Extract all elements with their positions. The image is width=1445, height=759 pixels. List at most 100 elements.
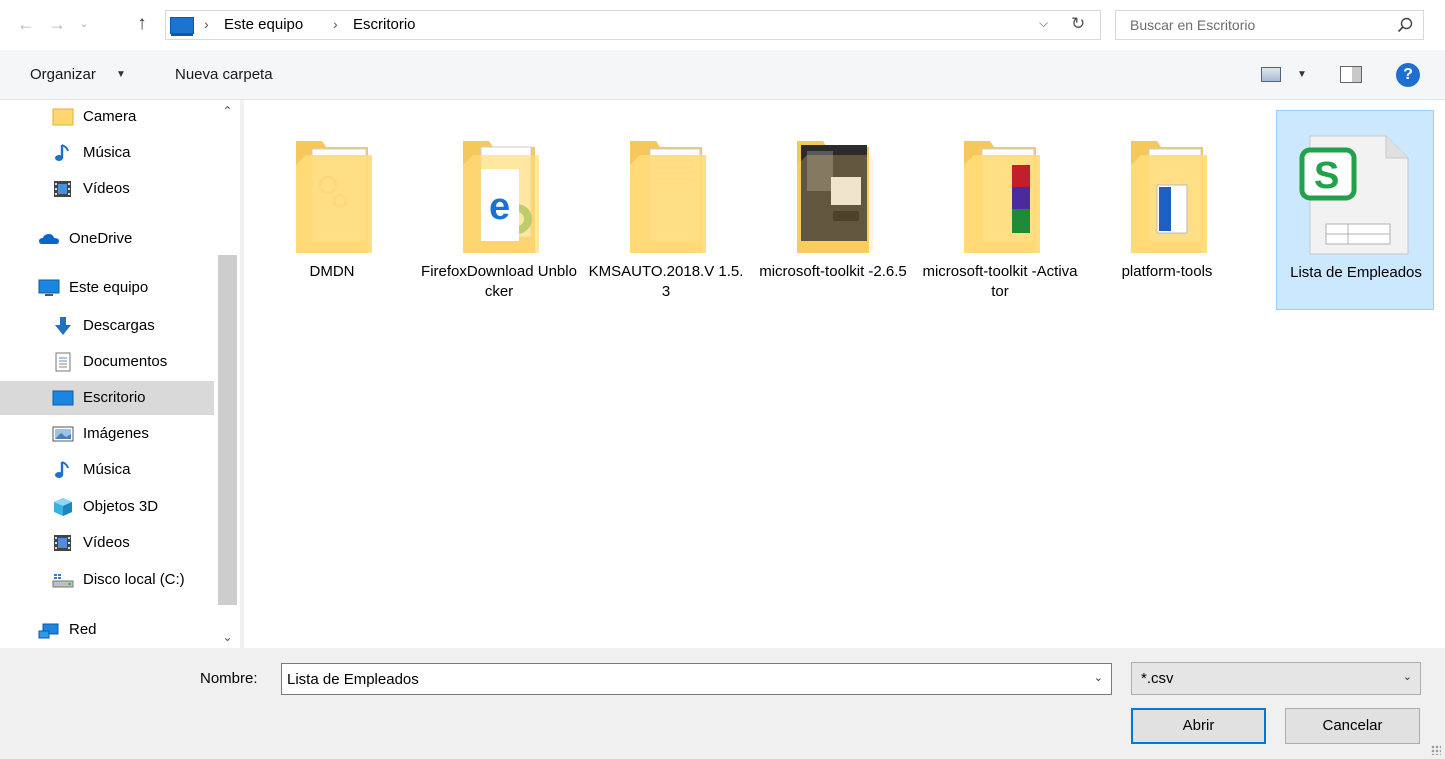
file-list-view[interactable]: DMDN e FirefoxDownload Unblocker KMSAUTO… (244, 100, 1445, 648)
file-type-value: *.csv (1141, 670, 1174, 687)
nav-item-imagenes[interactable]: Imágenes (0, 417, 214, 451)
file-name: KMSAUTO.2018.V 1.5.3 (588, 263, 744, 300)
file-name-input[interactable]: Lista de Empleados ⌄ (281, 663, 1112, 695)
organize-dropdown-icon[interactable]: ▼ (116, 69, 126, 80)
new-folder-button[interactable]: Nueva carpeta (175, 66, 273, 83)
nav-item-label: Camera (83, 108, 137, 125)
navigation-scrollbar[interactable]: ⌃ ⌄ (215, 100, 240, 648)
nav-item-label: Descargas (83, 317, 155, 334)
desktop-icon (52, 390, 74, 406)
nav-item-escritorio[interactable]: Escritorio (0, 381, 214, 415)
nav-item-label: OneDrive (69, 230, 133, 247)
change-view-icon[interactable] (1261, 67, 1281, 82)
address-dropdown-chevron-icon[interactable]: ⌵ (1039, 16, 1048, 31)
nav-item-label: Vídeos (83, 534, 130, 551)
file-name-label: Nombre: (200, 670, 258, 687)
search-icon[interactable] (1395, 15, 1415, 35)
folder-icon: e (463, 141, 539, 253)
nav-item-label: Imágenes (83, 425, 149, 442)
file-item-platform-tools[interactable]: platform-tools (1088, 110, 1246, 310)
nav-item-label: Música (83, 144, 131, 161)
onedrive-icon (39, 234, 59, 244)
search-placeholder: Buscar en Escritorio (1130, 17, 1256, 33)
nav-item-red[interactable]: Red (0, 613, 214, 647)
nav-item-label: Disco local (C:) (83, 571, 185, 588)
breadcrumb-separator-icon[interactable]: › (204, 16, 209, 32)
navigation-pane: Camera Música Vídeos OneDrive Este equip… (0, 100, 240, 648)
file-item-microsoft-toolkit-2-6-5[interactable]: microsoft-toolkit -2.6.5 (754, 110, 912, 310)
breadcrumb-este-equipo[interactable]: Este equipo (224, 16, 303, 33)
file-item-microsoft-toolkit-activator[interactable]: microsoft-toolkit -Activator (921, 110, 1079, 310)
videos-icon (54, 535, 71, 551)
nav-item-onedrive[interactable]: OneDrive (0, 222, 214, 256)
svg-text:S: S (1314, 155, 1339, 197)
search-input[interactable]: Buscar en Escritorio (1115, 10, 1424, 40)
drive-icon (52, 574, 74, 588)
folder-icon (964, 141, 1040, 253)
videos-icon (54, 181, 71, 197)
this-pc-icon (170, 17, 194, 36)
address-field[interactable]: › Este equipo › Escritorio ⌵ ↻ (165, 10, 1101, 40)
dialog-footer: Nombre: Lista de Empleados ⌄ *.csv ⌄ Abr… (0, 648, 1445, 759)
nav-item-label: Este equipo (69, 279, 149, 296)
file-name-value: Lista de Empleados (287, 671, 419, 688)
nav-item-label: Documentos (83, 353, 168, 370)
nav-item-disco-local[interactable]: Disco local (C:) (0, 563, 214, 597)
cancel-button[interactable]: Cancelar (1285, 708, 1420, 744)
chevron-down-icon[interactable]: ⌄ (1403, 670, 1412, 683)
file-item-firefoxdownload-unblocker[interactable]: e FirefoxDownload Unblocker (420, 110, 578, 310)
nav-item-camera[interactable]: Camera (0, 100, 214, 134)
address-bar: ← → ⌄ ↑ › Este equipo › Escritorio ⌵ ↻ B… (0, 0, 1445, 50)
spreadsheet-file-icon: S (1299, 135, 1409, 255)
nav-item-descargas[interactable]: Descargas (0, 309, 214, 343)
nav-item-label: Vídeos (83, 180, 130, 197)
up-arrow-icon[interactable]: ↑ (130, 12, 154, 36)
nav-item-label: Objetos 3D (83, 498, 159, 515)
folder-icon (630, 141, 706, 253)
chevron-down-icon[interactable]: ⌄ (1094, 671, 1103, 684)
nav-item-videos[interactable]: Vídeos (0, 172, 214, 206)
help-icon[interactable]: ? (1396, 63, 1420, 87)
file-name: Lista de Empleados (1290, 264, 1422, 281)
objects-3d-icon (54, 498, 72, 516)
scroll-down-chevron-icon[interactable]: ⌄ (215, 630, 240, 644)
music-icon (55, 144, 69, 161)
nav-item-musica[interactable]: Música (0, 136, 214, 170)
resize-grip-icon[interactable] (1431, 745, 1441, 755)
file-name: DMDN (309, 263, 355, 280)
command-toolbar: Organizar ▼ Nueva carpeta ▼ ? (0, 50, 1445, 100)
back-arrow-icon[interactable]: ← (14, 12, 38, 36)
nav-item-este-equipo[interactable]: Este equipo (0, 271, 214, 305)
computer-icon (38, 279, 60, 296)
open-button[interactable]: Abrir (1131, 708, 1266, 744)
view-options-dropdown-icon[interactable]: ▼ (1297, 69, 1307, 80)
folder-icon (52, 108, 74, 126)
nav-item-musica-2[interactable]: Música (0, 453, 214, 487)
network-icon (38, 623, 59, 639)
documents-icon (55, 352, 71, 372)
nav-item-documentos[interactable]: Documentos (0, 345, 214, 379)
file-name: microsoft-toolkit -Activator (922, 263, 1078, 300)
music-icon (55, 461, 69, 478)
download-icon (55, 317, 71, 335)
recent-locations-chevron-icon[interactable]: ⌄ (76, 12, 92, 36)
breadcrumb-separator-icon[interactable]: › (333, 16, 338, 32)
nav-item-videos-2[interactable]: Vídeos (0, 526, 214, 560)
organize-button[interactable]: Organizar (30, 66, 96, 83)
nav-item-label: Red (69, 621, 97, 638)
preview-pane-icon[interactable] (1340, 66, 1362, 83)
file-item-dmdn[interactable]: DMDN (253, 110, 411, 310)
nav-item-objetos-3d[interactable]: Objetos 3D (0, 490, 214, 524)
folder-icon (797, 141, 873, 253)
scroll-up-chevron-icon[interactable]: ⌃ (215, 104, 240, 118)
folder-icon (1131, 141, 1207, 253)
scrollbar-thumb[interactable] (218, 255, 237, 605)
svg-text:e: e (489, 186, 510, 228)
file-name: FirefoxDownload Unblocker (421, 263, 577, 300)
file-type-select[interactable]: *.csv ⌄ (1131, 662, 1421, 695)
forward-arrow-icon[interactable]: → (45, 12, 69, 36)
file-item-kmsauto[interactable]: KMSAUTO.2018.V 1.5.3 (587, 110, 745, 310)
refresh-icon[interactable]: ↻ (1071, 14, 1085, 34)
file-item-lista-de-empleados[interactable]: S Lista de Empleados (1276, 110, 1434, 310)
breadcrumb-escritorio[interactable]: Escritorio (353, 16, 416, 33)
